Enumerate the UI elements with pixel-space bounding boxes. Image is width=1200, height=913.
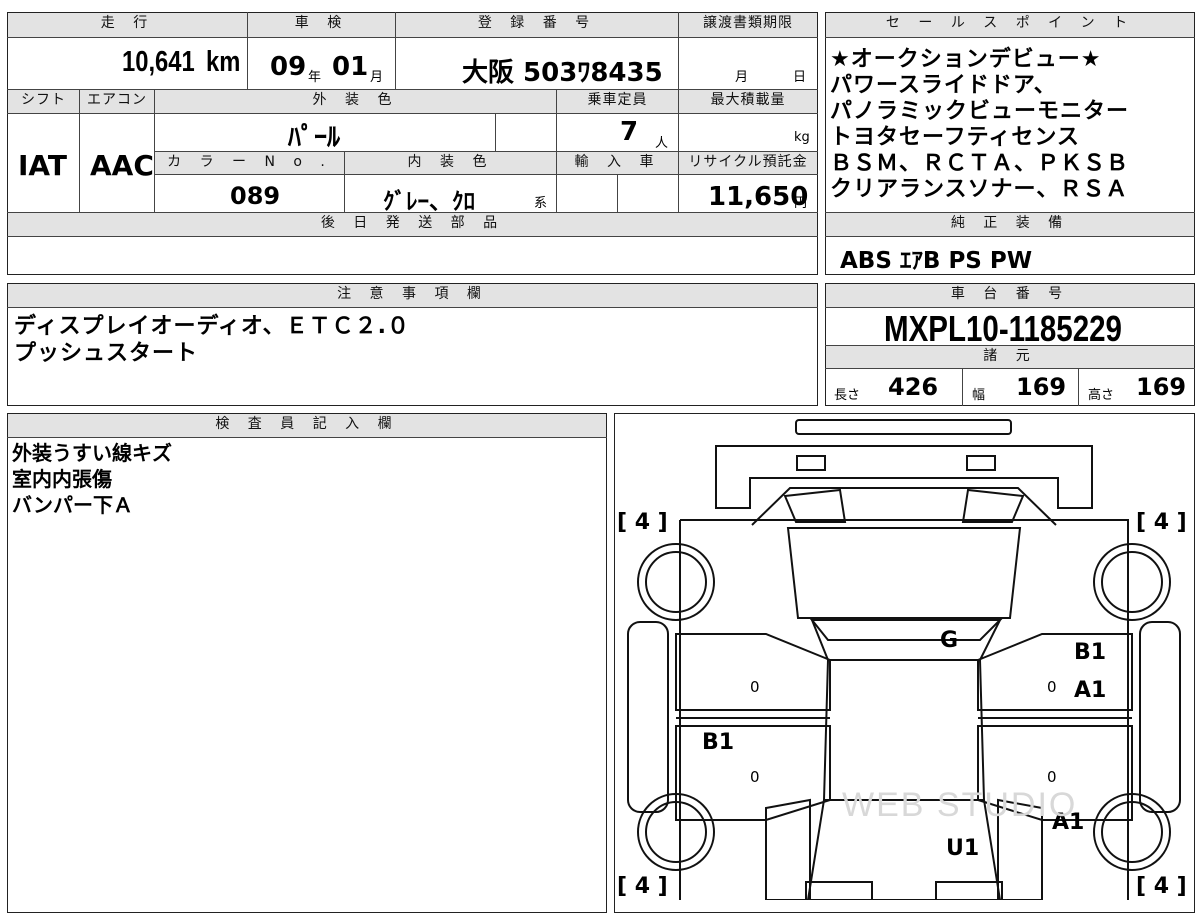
height-label: 高さ — [1088, 388, 1115, 403]
width-value: 169 — [1016, 373, 1067, 401]
left-front-door-zero: 0 — [750, 678, 760, 696]
registration-header: 登 録 番 号 — [396, 13, 678, 37]
shift-header: シフト — [8, 90, 79, 113]
transfer-month: 月 — [735, 70, 749, 85]
mark-windshield: G — [940, 628, 959, 653]
sales-line-1: ★オークションデビュー★ — [830, 47, 1102, 72]
inspector-line-1: 外装うすい線キズ — [12, 441, 172, 465]
notes-header: 注 意 事 項 欄 — [8, 284, 817, 307]
mark-rear-bumper: U1 — [946, 836, 980, 861]
sales-line-5: ＢＳＭ、ＲＣＴＡ、ＰＫＳＢ — [830, 151, 1130, 176]
shaken-year-unit: 年 — [308, 70, 322, 85]
inspector-line-3: バンパー下Ａ — [12, 493, 133, 517]
chassis-number: MXPL10-1185229 — [884, 308, 1122, 349]
recycle-unit: 円 — [794, 196, 808, 211]
shift-value: IAT — [18, 149, 68, 182]
chassis-header: 車 台 番 号 — [826, 284, 1194, 307]
import-header: 輸 入 車 — [557, 152, 678, 174]
interior-suffix: 系 — [534, 196, 548, 211]
capacity-header: 乗車定員 — [557, 90, 678, 113]
length-value: 426 — [888, 373, 939, 401]
mileage-header: 走 行 — [8, 13, 247, 37]
sales-line-4: トヨタセーフティセンス — [830, 125, 1080, 150]
car-diagram — [627, 419, 1181, 900]
shaken-month: 01 — [332, 52, 369, 82]
mark-right-front-door-lower: A1 — [1074, 678, 1107, 703]
exterior-header: 外 装 色 — [155, 90, 556, 113]
watermark: WEB STUDIO — [842, 786, 1078, 824]
equipment-header: 純 正 装 備 — [826, 213, 1194, 236]
ac-header: エアコン — [80, 90, 154, 113]
sales-line-3: パノラミックビューモニター — [830, 99, 1130, 124]
sales-line-2: パワースライドドア、 — [830, 73, 1057, 98]
tire-rear-right: [ 4 ] — [1136, 874, 1187, 899]
mark-right-front-door-upper: B1 — [1074, 640, 1107, 665]
interior-header: 内 装 色 — [345, 152, 556, 174]
notes-line-2: プッシュスタート — [14, 341, 199, 366]
sales-line-6: クリアランスソナー、ＲＳＡ — [830, 177, 1129, 202]
exterior-value: ﾊﾟｰﾙ — [288, 123, 341, 153]
transfer-deadline-header: 譲渡書類期限 — [679, 13, 817, 37]
transfer-day: 日 — [793, 70, 807, 85]
specs-header: 諸 元 — [826, 346, 1194, 368]
sales-points-header: セ ー ル ス ポ イ ン ト — [826, 13, 1194, 37]
notes-line-1: ディスプレイオーディオ、ＥＴＣ２.０ — [14, 314, 410, 339]
capacity-value: 7 — [620, 117, 639, 147]
tire-front-right: [ 4 ] — [1136, 510, 1187, 535]
ac-value: AAC — [90, 149, 154, 182]
tire-rear-left: [ 4 ] — [617, 874, 668, 899]
later-parts-header: 後 日 発 送 部 品 — [8, 213, 817, 236]
maxload-unit: kg — [794, 130, 810, 145]
shaken-year: 09 — [270, 52, 307, 82]
inspector-line-2: 室内内張傷 — [12, 467, 112, 491]
maxload-header: 最大積載量 — [679, 90, 817, 113]
width-label: 幅 — [972, 388, 986, 403]
recycle-header: リサイクル預託金 — [679, 152, 817, 174]
equipment-value: ABS ｴｱB PS PW — [840, 248, 1033, 274]
inspector-header: 検 査 員 記 入 欄 — [8, 414, 606, 437]
interior-value: ｸﾞﾚｰ、ｸﾛ — [383, 189, 475, 215]
length-label: 長さ — [834, 388, 861, 403]
shaken-header: 車 検 — [248, 13, 395, 37]
color-no-value: 089 — [230, 182, 281, 210]
tire-front-left: [ 4 ] — [617, 510, 668, 535]
height-value: 169 — [1136, 373, 1187, 401]
capacity-unit: 人 — [655, 136, 669, 151]
color-no-header: カ ラ ー N o . — [155, 152, 344, 174]
right-rear-door-zero: 0 — [1047, 768, 1057, 786]
mileage-unit: km — [206, 46, 241, 78]
registration-value: 大阪 503ﾜ8435 — [462, 58, 663, 88]
mileage-value: 10,641 — [122, 46, 195, 78]
right-front-door-zero: 0 — [1047, 678, 1057, 696]
shaken-month-unit: 月 — [370, 70, 384, 85]
mark-left-rear-door: B1 — [702, 730, 735, 755]
left-rear-door-zero: 0 — [750, 768, 760, 786]
